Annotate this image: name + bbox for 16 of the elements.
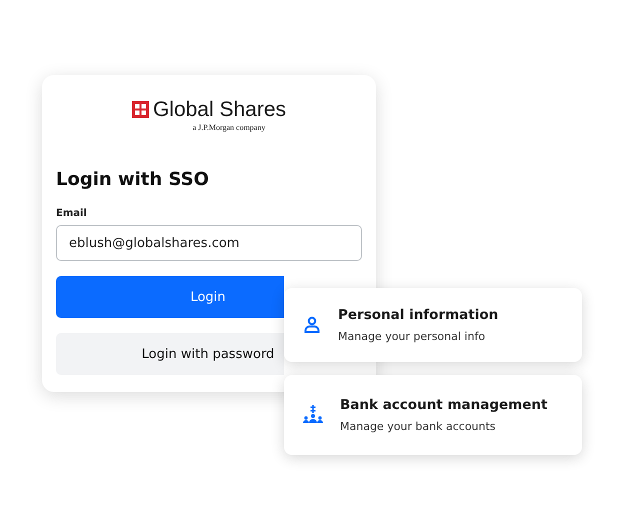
group-money-icon xyxy=(302,404,324,426)
brand-tagline: a J.P.Morgan company xyxy=(192,123,266,132)
card-subtitle: Manage your bank accounts xyxy=(340,420,497,433)
password-login-button[interactable]: Login with password xyxy=(56,333,284,375)
brand-name: Global Shares xyxy=(152,99,286,120)
email-label: Email xyxy=(56,208,88,219)
person-icon xyxy=(302,315,322,335)
card-subtitle: Manage your personal info xyxy=(338,330,486,343)
card-title: Personal information xyxy=(338,307,498,323)
card-title: Bank account management xyxy=(340,397,548,413)
feature-card[interactable]: Personal information Manage your personal info xyxy=(284,288,582,362)
feature-card[interactable]: Bank account management Manage your bank accounts xyxy=(284,375,582,455)
login-title: Login with SSO xyxy=(56,169,210,190)
email-field[interactable]: eblush@globalshares.com xyxy=(56,225,362,261)
logo-icon xyxy=(132,101,149,118)
login-button[interactable]: Login xyxy=(56,276,284,318)
